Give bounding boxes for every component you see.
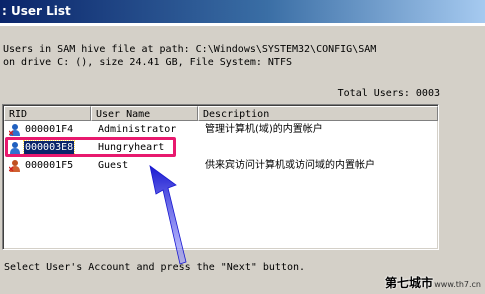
drive-info-line: on drive C: (), size 24.41 GB, File Syst… <box>3 57 292 68</box>
user-rid: 000001F5 <box>25 160 74 171</box>
watermark-logo: 第七城市 <box>384 276 433 290</box>
sam-info: Users in SAM hive file at path: C:\Windo… <box>3 43 376 69</box>
user-description: 管理计算机(域)的内置帐户 <box>205 124 323 135</box>
window-title: : User List <box>2 4 71 18</box>
annotation-highlight-box <box>5 137 176 157</box>
watermark-url: www.th7.cn <box>434 280 481 289</box>
user-list[interactable]: RID User Name Description 000001F4 Admin… <box>2 104 439 250</box>
title-separator <box>0 23 485 26</box>
column-header-user-name[interactable]: User Name <box>91 106 198 121</box>
instruction-text: Select User's Account and press the "Nex… <box>4 262 306 273</box>
user-description: 供来宾访问计算机或访问域的内置帐户 <box>205 160 375 171</box>
user-name: Guest <box>98 160 129 171</box>
table-row[interactable]: 000001F5 Guest 供来宾访问计算机或访问域的内置帐户 <box>4 159 438 173</box>
window-titlebar: : User List <box>0 0 485 23</box>
total-users-label: Total Users: 0003 <box>337 88 440 99</box>
user-guest-icon <box>8 159 21 173</box>
user-rid: 000001F4 <box>25 124 74 135</box>
column-header-description[interactable]: Description <box>198 106 438 121</box>
column-header-rid[interactable]: RID <box>4 106 91 121</box>
user-name: Administrator <box>98 124 177 135</box>
user-admin-icon <box>8 123 21 137</box>
sam-path-line: Users in SAM hive file at path: C:\Windo… <box>3 44 377 55</box>
table-row[interactable]: 000001F4 Administrator 管理计算机(域)的内置帐户 <box>4 123 438 137</box>
list-header: RID User Name Description <box>4 106 438 121</box>
